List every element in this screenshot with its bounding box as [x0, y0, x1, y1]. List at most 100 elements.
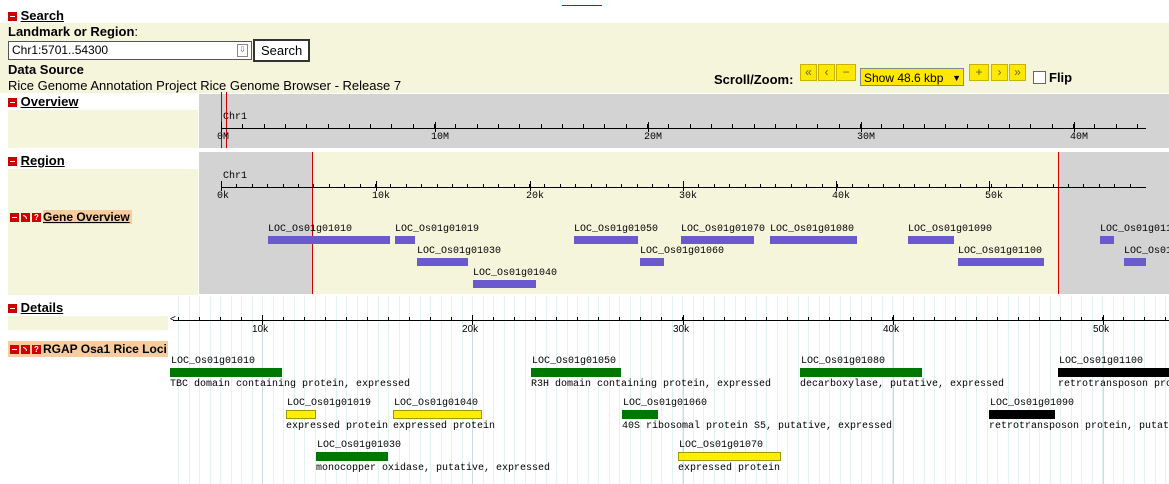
- zoom-out-icon[interactable]: −: [836, 64, 856, 81]
- scroll-far-right-icon[interactable]: »: [1009, 64, 1026, 81]
- scroll-right-group: › »: [991, 64, 1026, 82]
- rice-loci-track-title[interactable]: RGAP Osa1 Rice Loci: [43, 342, 167, 356]
- details-minor-tick: [640, 317, 641, 321]
- gene-overview-label: LOC_Os01g01050: [574, 224, 659, 235]
- rice-loci-track-header[interactable]: ? RGAP Osa1 Rice Loci: [8, 341, 168, 357]
- region-major-tick: [683, 181, 684, 191]
- overview-minor-tick: [604, 124, 606, 128]
- zoom-select[interactable]: Show 48.6 kbp ▼: [860, 68, 964, 86]
- help-icon[interactable]: ?: [32, 344, 41, 354]
- gene-overview-track-header[interactable]: ? Gene Overview: [10, 210, 132, 224]
- overview-major-tick: [861, 122, 862, 132]
- details-minor-tick: [976, 317, 977, 321]
- details-grid-line: [451, 296, 452, 484]
- details-grid-line: [661, 296, 662, 484]
- overview-minor-tick: [561, 124, 563, 128]
- details-grid-line: [839, 296, 841, 484]
- zoom-in-button[interactable]: +: [969, 64, 989, 81]
- region-title[interactable]: Region: [21, 153, 65, 168]
- details-header[interactable]: Details: [8, 300, 63, 315]
- details-grid-line: [955, 296, 956, 484]
- gene-overview-bar: [417, 258, 468, 266]
- region-minor-tick: [359, 184, 361, 188]
- details-grid-line: [220, 296, 221, 484]
- details-grid-line: [829, 296, 830, 484]
- details-grid-line: [1123, 296, 1124, 484]
- region-minor-tick: [944, 184, 946, 188]
- region-chrom-label: Chr1: [223, 171, 248, 182]
- collapse-icon[interactable]: [8, 12, 17, 22]
- rss-icon[interactable]: [21, 344, 30, 354]
- collapse-icon[interactable]: [10, 212, 19, 222]
- scroll-left-icon[interactable]: ‹: [818, 64, 835, 81]
- collapse-icon[interactable]: [10, 344, 19, 354]
- locus-name: LOC_Os01g01019: [287, 398, 372, 409]
- details-tick-label: 10k: [252, 324, 269, 335]
- locus-description: expressed protein: [393, 421, 496, 432]
- region-header[interactable]: Region: [8, 153, 65, 168]
- landmark-label-colon: :: [134, 24, 139, 39]
- overview-minor-tick: [263, 124, 265, 128]
- autofill-icon[interactable]: ⇩: [237, 44, 248, 57]
- help-icon[interactable]: ?: [32, 212, 41, 222]
- region-minor-tick: [667, 184, 669, 188]
- details-minor-tick: [493, 317, 494, 321]
- rss-icon[interactable]: [21, 212, 30, 222]
- overview-major-tick: [221, 122, 222, 132]
- region-panel[interactable]: Chr1 0k 10k 20k 30k 40k 50k LOC_Os01g01010 LOC…: [199, 152, 1169, 294]
- details-minor-tick: [514, 317, 515, 321]
- details-minor-tick: [346, 317, 347, 321]
- flip-control[interactable]: Flip: [1033, 70, 1072, 85]
- locus-name: LOC_Os01g01030: [317, 440, 402, 451]
- zoom-out-button[interactable]: −: [836, 64, 856, 81]
- search-section-title[interactable]: Search: [21, 8, 64, 23]
- region-tick-label: 0k: [217, 191, 230, 202]
- details-minor-tick: [787, 317, 788, 321]
- scroll-right-icon[interactable]: ›: [991, 64, 1008, 81]
- scroll-far-left-icon[interactable]: «: [800, 64, 817, 81]
- overview-panel[interactable]: Chr1 0M 10M 20M 30M 40M: [199, 92, 1169, 148]
- details-minor-tick: [1165, 317, 1166, 321]
- overview-tick-label: 10M: [431, 132, 450, 143]
- region-major-tick: [836, 181, 837, 191]
- overview-minor-tick: [796, 124, 798, 128]
- overview-minor-tick: [966, 124, 968, 128]
- details-grid-line: [913, 296, 914, 484]
- region-minor-tick: [1083, 184, 1085, 188]
- locus-description: expressed protein: [678, 463, 781, 474]
- landmark-input[interactable]: Chr1:5701..54300 ⇩: [8, 41, 252, 60]
- locus-name: LOC_Os01g01090: [990, 398, 1075, 409]
- region-minor-tick: [914, 184, 915, 188]
- landmark-label: Landmark or Region:: [8, 24, 138, 39]
- details-grid-line: [1007, 296, 1009, 484]
- details-title[interactable]: Details: [21, 300, 64, 315]
- collapse-icon[interactable]: [8, 157, 17, 167]
- gene-overview-label: LOC_Os01g01010: [268, 224, 353, 235]
- gene-overview-bar: [770, 236, 857, 244]
- details-tick-label: 30k: [673, 324, 690, 335]
- details-grid-line: [535, 296, 536, 484]
- search-button[interactable]: Search: [253, 39, 311, 62]
- search-section-header[interactable]: Search: [8, 8, 64, 23]
- details-grid-line: [388, 296, 389, 484]
- details-panel[interactable]: < 10k 20k 30k 40k 50k LOC_Os01g01010 TBC doma…: [170, 296, 1169, 484]
- collapse-icon[interactable]: [8, 98, 17, 108]
- region-minor-tick: [298, 184, 299, 188]
- locus-description: retrotransposon protein, putat: [989, 421, 1169, 432]
- flip-checkbox[interactable]: [1033, 71, 1046, 84]
- locus-description: decarboxylase, putative, expressed: [800, 379, 1005, 390]
- collapse-icon[interactable]: [8, 304, 17, 314]
- overview-header[interactable]: Overview: [8, 94, 78, 109]
- details-grid-line: [430, 296, 431, 484]
- overview-minor-tick: [370, 124, 372, 128]
- region-major-tick: [221, 181, 222, 191]
- overview-title[interactable]: Overview: [21, 94, 79, 109]
- details-minor-tick: [1102, 317, 1103, 321]
- data-source-label: Data Source: [8, 62, 84, 77]
- details-grid-line: [808, 296, 809, 484]
- zoom-in-icon[interactable]: +: [969, 64, 989, 81]
- gene-overview-track-title[interactable]: Gene Overview: [43, 210, 132, 224]
- details-minor-tick: [262, 317, 263, 321]
- region-major-tick: [376, 181, 377, 191]
- gene-overview-label: LOC_Os01g01090: [908, 224, 993, 235]
